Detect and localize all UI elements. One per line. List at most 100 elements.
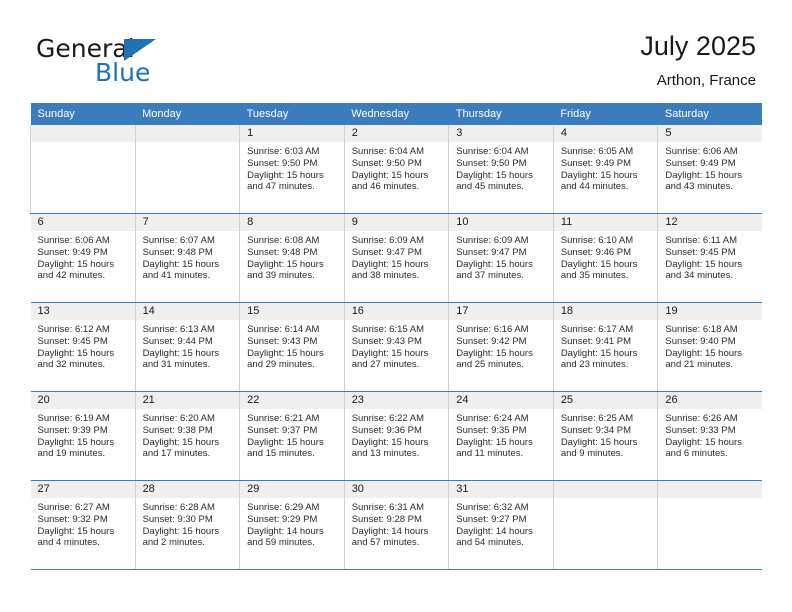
- calendar-day-cell[interactable]: 12 Sunrise: 6:11 AM Sunset: 9:45 PM Dayligh…: [657, 213, 763, 303]
- weekday-header-friday: Friday: [553, 103, 658, 125]
- calendar-day-cell[interactable]: 15 Sunrise: 6:14 AM Sunset: 9:43 PM Dayligh…: [239, 302, 345, 392]
- day-number: 25: [554, 392, 658, 409]
- day-details: Sunrise: 6:19 AM Sunset: 9:39 PM Daylight:…: [31, 409, 135, 460]
- calendar-day-cell[interactable]: 1 Sunrise: 6:03 AM Sunset: 9:50 PM Daylight…: [239, 125, 345, 214]
- calendar-day-cell[interactable]: 2 Sunrise: 6:04 AM Sunset: 9:50 PM Daylight…: [343, 125, 449, 214]
- sunset-text: Sunset: 9:28 PM: [351, 513, 422, 525]
- day-number: 1: [240, 125, 344, 142]
- calendar-day-cell[interactable]: 4 Sunrise: 6:05 AM Sunset: 9:49 PM Daylight…: [552, 125, 658, 214]
- calendar-day-cell[interactable]: 16 Sunrise: 6:15 AM Sunset: 9:43 PM Dayligh…: [343, 302, 449, 392]
- sunrise-text: Sunrise: 6:08 AM: [247, 235, 320, 246]
- day-number: 7: [136, 214, 240, 231]
- day-details: Sunrise: 6:04 AM Sunset: 9:50 PM Daylight:…: [345, 142, 448, 193]
- calendar-day-cell[interactable]: 3 Sunrise: 6:04 AM Sunset: 9:50 PM Daylight…: [448, 125, 554, 214]
- sunrise-text: Sunrise: 6:22 AM: [351, 413, 425, 424]
- day-number: 21: [136, 392, 240, 409]
- calendar-day-cell[interactable]: 26 Sunrise: 6:26 AM Sunset: 9:33 PM Dayligh…: [657, 391, 763, 481]
- day-details: Sunrise: 6:24 AM Sunset: 9:35 PM Daylight:…: [450, 409, 553, 460]
- weekday-header-sunday: Sunday: [30, 103, 136, 125]
- calendar-day-cell[interactable]: 25 Sunrise: 6:25 AM Sunset: 9:34 PM Dayligh…: [552, 391, 658, 481]
- calendar-day-cell[interactable]: 13 Sunrise: 6:12 AM Sunset: 9:45 PM Dayligh…: [30, 302, 136, 392]
- sunset-text: Sunset: 9:41 PM: [560, 335, 632, 347]
- sunrise-text: Sunrise: 6:18 AM: [665, 324, 738, 335]
- calendar-day-cell[interactable]: 24 Sunrise: 6:24 AM Sunset: 9:35 PM Dayligh…: [448, 391, 554, 481]
- page-header: General Blue July 2025 Arthon, France: [0, 0, 792, 103]
- sunset-text: Sunset: 9:43 PM: [351, 335, 422, 347]
- daylight-text-line2: and 29 minutes.: [247, 359, 315, 371]
- day-details: Sunrise: 6:03 AM Sunset: 9:50 PM Daylight:…: [241, 142, 344, 193]
- daylight-text-line2: and 23 minutes.: [560, 359, 629, 371]
- day-details: Sunrise: 6:18 AM Sunset: 9:40 PM Daylight:…: [659, 320, 763, 371]
- day-details: Sunrise: 6:31 AM Sunset: 9:28 PM Daylight:…: [345, 498, 448, 549]
- daylight-text-line1: Daylight: 15 hours: [247, 258, 324, 270]
- daylight-text-line2: and 17 minutes.: [142, 448, 211, 460]
- day-details: Sunrise: 6:07 AM Sunset: 9:48 PM Daylight:…: [136, 231, 239, 282]
- calendar-day-cell[interactable]: 31 Sunrise: 6:32 AM Sunset: 9:27 PM Dayligh…: [448, 480, 554, 570]
- calendar-day-cell[interactable]: 11 Sunrise: 6:10 AM Sunset: 9:46 PM Dayligh…: [552, 213, 658, 303]
- weekday-header-wednesday: Wednesday: [344, 103, 449, 125]
- daylight-text-line1: Daylight: 15 hours: [37, 347, 115, 359]
- calendar-day-cell[interactable]: 27 Sunrise: 6:27 AM Sunset: 9:32 PM Dayligh…: [30, 480, 136, 570]
- calendar-day-cell[interactable]: 29 Sunrise: 6:29 AM Sunset: 9:29 PM Dayligh…: [239, 480, 345, 570]
- daylight-text-line1: Daylight: 14 hours: [456, 525, 533, 537]
- calendar-day-cell[interactable]: 28 Sunrise: 6:28 AM Sunset: 9:30 PM Dayligh…: [134, 480, 240, 570]
- sunset-text: Sunset: 9:33 PM: [665, 424, 736, 436]
- day-number: 16: [345, 303, 449, 320]
- daylight-text-line2: and 11 minutes.: [456, 448, 524, 460]
- calendar-day-cell[interactable]: 7 Sunrise: 6:07 AM Sunset: 9:48 PM Daylight…: [134, 213, 240, 303]
- day-number: 13: [30, 303, 135, 320]
- sunrise-text: Sunrise: 6:21 AM: [247, 413, 320, 424]
- calendar-week-row: 20 Sunrise: 6:19 AM Sunset: 9:39 PM Dayligh…: [30, 391, 763, 481]
- daylight-text-line2: and 38 minutes.: [351, 270, 420, 282]
- sunset-text: Sunset: 9:44 PM: [142, 335, 213, 347]
- daylight-text-line2: and 25 minutes.: [456, 359, 524, 371]
- sunrise-text: Sunrise: 6:09 AM: [351, 235, 425, 246]
- sunset-text: Sunset: 9:43 PM: [247, 335, 318, 347]
- sunrise-text: Sunrise: 6:31 AM: [351, 502, 425, 513]
- day-number: 8: [240, 214, 344, 231]
- calendar-empty-cell: [552, 480, 658, 570]
- calendar-empty-cell: [134, 125, 240, 214]
- calendar-day-cell[interactable]: 5 Sunrise: 6:06 AM Sunset: 9:49 PM Daylight…: [657, 125, 763, 214]
- sunrise-text: Sunrise: 6:25 AM: [560, 413, 634, 424]
- calendar-day-cell[interactable]: 23 Sunrise: 6:22 AM Sunset: 9:36 PM Dayligh…: [343, 391, 449, 481]
- sunset-text: Sunset: 9:38 PM: [142, 424, 213, 436]
- sunset-text: Sunset: 9:49 PM: [665, 157, 736, 169]
- daylight-text-line1: Daylight: 15 hours: [142, 258, 220, 270]
- sunset-text: Sunset: 9:50 PM: [456, 157, 527, 169]
- day-details: Sunrise: 6:08 AM Sunset: 9:48 PM Daylight:…: [241, 231, 344, 282]
- calendar-day-cell[interactable]: 19 Sunrise: 6:18 AM Sunset: 9:40 PM Dayligh…: [657, 302, 763, 392]
- daylight-text-line1: Daylight: 15 hours: [351, 169, 429, 181]
- sunset-text: Sunset: 9:34 PM: [560, 424, 632, 436]
- calendar-day-cell[interactable]: 18 Sunrise: 6:17 AM Sunset: 9:41 PM Dayligh…: [552, 302, 658, 392]
- calendar-week-row: 27 Sunrise: 6:27 AM Sunset: 9:32 PM Dayligh…: [30, 480, 763, 570]
- calendar-day-cell[interactable]: 8 Sunrise: 6:08 AM Sunset: 9:48 PM Daylight…: [239, 213, 345, 303]
- sunrise-text: Sunrise: 6:32 AM: [456, 502, 529, 513]
- day-number: 26: [658, 392, 763, 409]
- day-details: Sunrise: 6:05 AM Sunset: 9:49 PM Daylight:…: [554, 142, 657, 193]
- calendar-day-cell[interactable]: 20 Sunrise: 6:19 AM Sunset: 9:39 PM Dayligh…: [30, 391, 136, 481]
- daylight-text-line1: Daylight: 15 hours: [37, 525, 115, 537]
- sunset-text: Sunset: 9:48 PM: [142, 246, 213, 258]
- daylight-text-line2: and 42 minutes.: [37, 270, 106, 282]
- calendar-day-cell[interactable]: 9 Sunrise: 6:09 AM Sunset: 9:47 PM Daylight…: [343, 213, 449, 303]
- calendar-day-cell[interactable]: 17 Sunrise: 6:16 AM Sunset: 9:42 PM Dayligh…: [448, 302, 554, 392]
- daylight-text-line1: Daylight: 15 hours: [665, 347, 742, 359]
- day-number: 17: [449, 303, 553, 320]
- calendar-day-cell[interactable]: 21 Sunrise: 6:20 AM Sunset: 9:38 PM Dayligh…: [134, 391, 240, 481]
- daylight-text-line2: and 43 minutes.: [665, 181, 733, 193]
- day-number: 28: [136, 481, 240, 498]
- day-number: 10: [449, 214, 553, 231]
- calendar-empty-cell: [657, 480, 763, 570]
- calendar-day-cell[interactable]: 14 Sunrise: 6:13 AM Sunset: 9:44 PM Dayligh…: [134, 302, 240, 392]
- day-number: 22: [240, 392, 344, 409]
- day-details: Sunrise: 6:04 AM Sunset: 9:50 PM Daylight:…: [450, 142, 553, 193]
- day-details: Sunrise: 6:09 AM Sunset: 9:47 PM Daylight:…: [450, 231, 553, 282]
- sunset-text: Sunset: 9:48 PM: [247, 246, 318, 258]
- calendar-day-cell[interactable]: 30 Sunrise: 6:31 AM Sunset: 9:28 PM Dayligh…: [343, 480, 449, 570]
- calendar-day-cell[interactable]: 22 Sunrise: 6:21 AM Sunset: 9:37 PM Dayligh…: [239, 391, 345, 481]
- calendar-day-cell[interactable]: 10 Sunrise: 6:09 AM Sunset: 9:47 PM Dayligh…: [448, 213, 554, 303]
- daylight-text-line2: and 31 minutes.: [142, 359, 211, 371]
- calendar-day-cell[interactable]: 6 Sunrise: 6:06 AM Sunset: 9:49 PM Daylight…: [30, 213, 136, 303]
- day-number: 19: [658, 303, 763, 320]
